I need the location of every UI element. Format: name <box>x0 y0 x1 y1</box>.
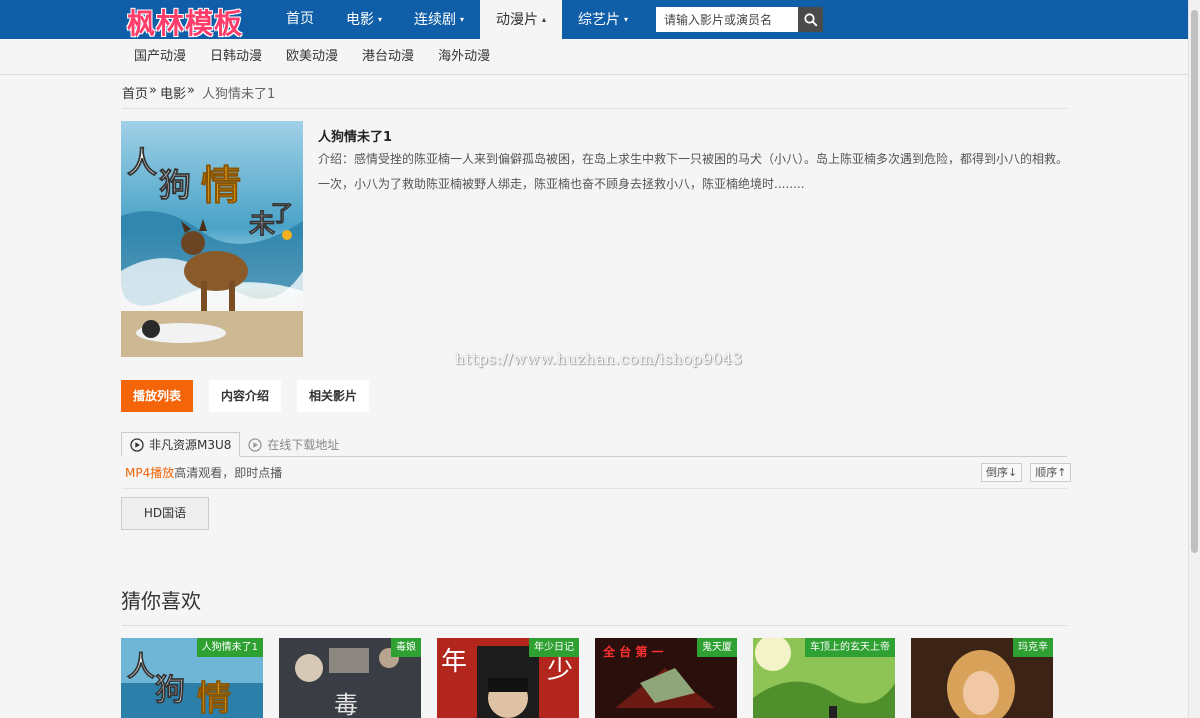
subnav-item-western[interactable]: 欧美动漫 <box>274 39 350 75</box>
movie-intro: 介绍：感情受挫的陈亚楠一人来到偏僻孤岛被困，在岛上求生中救下一只被困的马犬（小八… <box>318 152 1069 191</box>
watermark-text: https://www.huzhan.com/ishop9043 <box>455 350 743 368</box>
breadcrumb-current: 人狗情未了1 <box>201 87 276 102</box>
svg-text:狗: 狗 <box>155 673 185 708</box>
source-desc-text: 高清观看，即时点播 <box>174 466 283 480</box>
source-tab-m3u8[interactable]: 非凡资源M3U8 <box>121 432 241 457</box>
tab-related[interactable]: 相关影片 <box>297 380 370 412</box>
subnav-item-hktw[interactable]: 港台动漫 <box>350 39 426 75</box>
play-circle-icon <box>130 437 144 452</box>
subnav-item-domestic[interactable]: 国产动漫 <box>122 39 198 75</box>
movie-title: 人狗情未了1 <box>318 130 393 145</box>
recommend-card[interactable]: 全 台 第 一 鬼天厦 <box>595 638 737 718</box>
nav-series[interactable]: 连续剧 ▾ <box>398 0 480 39</box>
sort-asc-button[interactable]: 顺序↑ <box>1030 463 1072 482</box>
nav-home-label: 首页 <box>286 11 314 27</box>
divider <box>122 108 1067 109</box>
chevron-down-icon: ▾ <box>378 15 383 24</box>
recommend-card[interactable]: 年 少 年少日记 <box>437 638 579 718</box>
detail-tabs: 播放列表 内容介绍 相关影片 <box>121 380 370 412</box>
subnav-item-overseas[interactable]: 海外动漫 <box>426 39 502 75</box>
svg-text:了: 了 <box>271 201 293 227</box>
divider <box>122 625 1067 626</box>
main-nav: 首页 电影 ▾ 连续剧 ▾ 动漫片 ▴ 综艺片 ▾ <box>270 0 644 39</box>
svg-text:人: 人 <box>127 650 155 683</box>
page-scrollbar[interactable] <box>1188 0 1200 718</box>
card-tag: 年少日记 <box>529 638 579 657</box>
card-tag: 人狗情未了1 <box>196 638 263 657</box>
episode-button[interactable]: HD国语 <box>121 497 209 530</box>
search-input[interactable] <box>656 7 798 32</box>
search-icon <box>803 12 818 27</box>
divider <box>122 488 1067 489</box>
top-navbar: 枫林模板 首页 电影 ▾ 连续剧 ▾ 动漫片 ▴ 综艺片 ▾ <box>0 0 1188 42</box>
card-tag: 车顶上的玄天上帝 <box>805 638 895 657</box>
breadcrumb: 首页 » 电影 » 人狗情未了1 <box>122 83 275 102</box>
recommend-card[interactable]: 人狗情 人狗情未了1 <box>121 638 263 718</box>
subnav-item-jpkr[interactable]: 日韩动漫 <box>198 39 274 75</box>
nav-home[interactable]: 首页 <box>270 0 330 39</box>
scrollbar-thumb[interactable] <box>1191 10 1198 553</box>
source-description: MP4播放高清观看，即时点播 <box>125 464 282 481</box>
sort-desc-button[interactable]: 倒序↓ <box>981 463 1023 482</box>
breadcrumb-separator: » <box>149 83 157 98</box>
nav-movies[interactable]: 电影 ▾ <box>330 0 398 39</box>
search-bar <box>656 7 823 32</box>
recommend-list: 人狗情 人狗情未了1 毒 毒娘 年 少 年少日记 全 台 第 一 鬼天厦 车顶上的… <box>121 638 1053 718</box>
tab-intro[interactable]: 内容介绍 <box>209 380 282 412</box>
svg-text:全 台 第 一: 全 台 第 一 <box>602 644 664 659</box>
svg-text:少: 少 <box>547 655 573 685</box>
svg-text:狗: 狗 <box>159 166 191 204</box>
svg-text:毒: 毒 <box>334 691 358 718</box>
tab-playlist[interactable]: 播放列表 <box>121 380 194 412</box>
sort-buttons: 倒序↓ 顺序↑ <box>981 463 1072 482</box>
card-tag: 玛克辛 <box>1013 638 1053 657</box>
source-tab-download[interactable]: 在线下载地址 <box>240 432 347 457</box>
nav-anime[interactable]: 动漫片 ▴ <box>480 0 563 39</box>
chevron-down-icon: ▾ <box>460 15 465 24</box>
nav-movies-label: 电影 <box>346 12 374 28</box>
source-tab-label: 非凡资源M3U8 <box>149 437 232 452</box>
sub-nav: 国产动漫 日韩动漫 欧美动漫 港台动漫 海外动漫 <box>0 39 1188 75</box>
poster-title-glyph: 人 <box>127 146 157 181</box>
nav-anime-label: 动漫片 <box>496 12 539 28</box>
chevron-down-icon: ▾ <box>624 15 629 24</box>
breadcrumb-separator: » <box>187 83 195 98</box>
card-tag: 毒娘 <box>391 638 421 657</box>
source-tab-label: 在线下载地址 <box>267 437 340 452</box>
nav-variety-label: 综艺片 <box>578 12 621 28</box>
source-tabs: 非凡资源M3U8 在线下载地址 <box>121 432 347 457</box>
site-logo[interactable]: 枫林模板 <box>127 2 243 42</box>
poster-image: 人 狗 情 未 了 <box>121 121 303 357</box>
card-tag: 鬼天厦 <box>697 638 737 657</box>
recommend-card[interactable]: 车顶上的玄天上帝 <box>753 638 895 718</box>
source-highlight: MP4播放 <box>125 466 175 480</box>
search-button[interactable] <box>798 7 823 32</box>
section-title: 猜你喜欢 <box>121 589 201 613</box>
movie-poster[interactable]: 人 狗 情 未 了 <box>121 121 303 357</box>
chevron-up-icon: ▴ <box>542 15 547 24</box>
breadcrumb-home[interactable]: 首页 <box>122 83 148 102</box>
play-circle-icon <box>248 437 263 452</box>
recommend-card[interactable]: 玛克辛 <box>911 638 1053 718</box>
svg-text:情: 情 <box>201 162 241 209</box>
breadcrumb-category[interactable]: 电影 <box>160 83 186 102</box>
svg-text:情: 情 <box>197 679 231 718</box>
nav-series-label: 连续剧 <box>414 12 457 28</box>
recommend-card[interactable]: 毒 毒娘 <box>279 638 421 718</box>
nav-variety[interactable]: 综艺片 ▾ <box>562 0 644 39</box>
svg-text:年: 年 <box>441 647 467 677</box>
